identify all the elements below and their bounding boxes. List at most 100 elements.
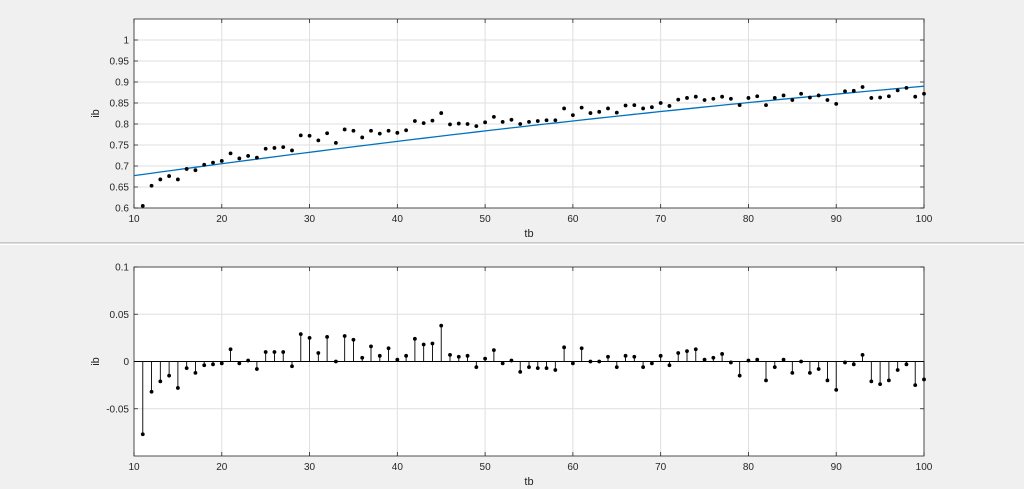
stem-marker: [351, 337, 356, 342]
stem-marker: [816, 367, 821, 371]
y-tick-label: 0: [123, 357, 129, 368]
stem-marker: [632, 354, 637, 359]
stem-marker: [781, 357, 786, 362]
stem-marker: [386, 346, 391, 351]
stem-marker: [535, 366, 540, 371]
y-tick-label: 0.75: [110, 141, 130, 152]
stem-marker: [500, 361, 505, 366]
data-point: [606, 106, 610, 111]
data-point: [140, 204, 145, 208]
y-axis-label: ib: [90, 357, 102, 366]
stem-marker: [149, 389, 154, 394]
x-tick-label: 10: [128, 214, 140, 225]
data-point: [509, 117, 514, 122]
data-point: [500, 120, 505, 124]
stem-marker: [869, 379, 874, 384]
x-tick-label: 30: [304, 462, 316, 473]
stem-marker: [369, 344, 373, 349]
data-point: [711, 96, 716, 101]
bottom-plot-panel: 10 20 30 40 50 60 70 80 90 100 -0.05 0 0.05 0.1 tb ib: [0, 245, 1024, 489]
data-point: [316, 138, 321, 143]
data-point: [272, 146, 277, 150]
stem-marker: [254, 367, 259, 371]
x-tick-label: 80: [743, 462, 755, 473]
residuals-stem-chart[interactable]: 10 20 30 40 50 60 70 80 90 100 -0.05 0 0.05 0.1 tb ib: [0, 245, 1024, 489]
stem-marker: [825, 378, 830, 383]
stem-marker: [439, 323, 444, 328]
data-point: [158, 177, 163, 182]
stem-marker: [860, 352, 865, 357]
stem-marker: [913, 383, 918, 388]
data-point: [641, 106, 646, 111]
data-point: [351, 128, 356, 133]
y-tick-label: 0.7: [115, 162, 129, 173]
data-point: [728, 96, 733, 101]
data-point: [281, 145, 286, 150]
data-point: [588, 111, 593, 115]
stem-marker: [623, 353, 628, 358]
data-point: [623, 103, 628, 108]
data-point: [816, 93, 821, 98]
data-point: [869, 96, 874, 100]
stem-marker: [614, 365, 619, 370]
data-point: [597, 109, 602, 114]
data-point: [193, 168, 198, 173]
fit-scatter-chart[interactable]: 10 20 30 40 50 60 70 80 90 100 0.6 0.65 0.7 0.75 0.8 0.…: [0, 0, 1024, 242]
data-point: [562, 106, 567, 111]
data-point: [483, 120, 488, 125]
stem-marker: [772, 365, 777, 370]
stem-marker: [237, 361, 242, 366]
stem-marker: [579, 346, 584, 351]
x-tick-label: 20: [216, 462, 228, 473]
stem-marker: [922, 377, 926, 382]
stem-marker: [395, 357, 400, 362]
stem-marker: [360, 355, 365, 360]
stem-marker: [606, 354, 610, 359]
data-point: [614, 110, 619, 115]
stem-marker: [895, 368, 900, 372]
data-point: [825, 98, 830, 102]
data-point: [456, 121, 461, 126]
data-point: [219, 159, 224, 163]
stem-marker: [834, 387, 839, 392]
stem-marker: [228, 347, 233, 352]
stem-marker: [746, 358, 751, 363]
data-point: [553, 118, 558, 123]
x-tick-label: 90: [831, 462, 843, 473]
data-point: [254, 155, 259, 160]
stem-marker: [219, 361, 224, 366]
stem-marker: [807, 370, 812, 375]
stem-marker: [281, 350, 286, 354]
data-point: [685, 96, 689, 100]
stem-marker: [333, 359, 338, 364]
data-point: [369, 128, 373, 133]
data-point: [263, 146, 268, 151]
data-point: [807, 95, 812, 100]
stem-marker: [685, 349, 689, 354]
data-point: [834, 101, 839, 106]
stem-marker: [588, 359, 593, 364]
stem-marker: [886, 378, 891, 383]
x-tick-label: 40: [392, 462, 404, 473]
stem-marker: [720, 352, 725, 356]
data-point: [772, 96, 777, 100]
stem-marker: [693, 347, 698, 352]
stem-marker: [544, 366, 549, 371]
stem-marker: [799, 359, 804, 364]
x-tick-label: 100: [916, 462, 933, 473]
stem-marker: [851, 362, 856, 367]
data-point: [570, 113, 575, 118]
x-tick-label: 20: [216, 214, 228, 225]
stem-marker: [764, 378, 768, 383]
data-point: [404, 128, 409, 133]
stem-marker: [658, 353, 663, 358]
stem-marker: [158, 379, 163, 384]
y-tick-label: 0.8: [115, 120, 129, 131]
data-point: [843, 89, 847, 94]
stem-marker: [518, 369, 523, 374]
data-point: [895, 88, 900, 93]
data-point: [755, 94, 760, 99]
data-point: [474, 124, 479, 128]
y-axis-label: ib: [90, 109, 102, 118]
x-axis-label: tb: [524, 228, 533, 240]
